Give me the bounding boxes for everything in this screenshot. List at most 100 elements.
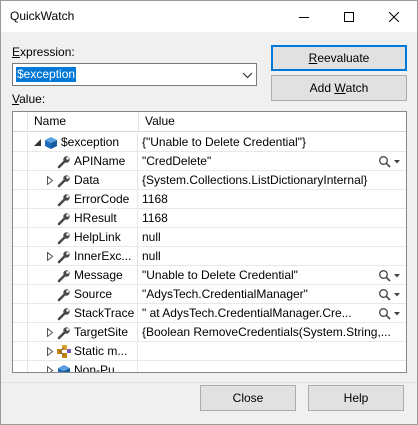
row-value: 1168: [142, 192, 168, 206]
close-button[interactable]: Close: [200, 385, 296, 411]
row-gutter: [13, 152, 28, 171]
grid-row[interactable]: Static m...: [13, 342, 406, 361]
reevaluate-button[interactable]: Reevaluate: [271, 45, 407, 71]
visualizer-button[interactable]: [378, 306, 402, 321]
row-value: null: [142, 230, 161, 244]
chevron-down-icon[interactable]: [242, 69, 253, 83]
wrench-property-icon: [56, 249, 72, 264]
dialog-client-area: Expression: $exception Reevaluate Add Wa…: [1, 32, 417, 424]
row-gutter: [13, 323, 28, 342]
header-gutter: [13, 112, 28, 132]
wrench-property-icon: [56, 211, 72, 226]
row-value: {Boolean RemoveCredentials(System.String…: [142, 325, 391, 339]
value-cell[interactable]: "CredDelete": [139, 152, 406, 171]
grid-row[interactable]: APIName "CredDelete": [13, 152, 406, 171]
name-cell[interactable]: Data: [28, 171, 138, 190]
value-cell[interactable]: {System.Collections.ListDictionaryIntern…: [139, 171, 406, 190]
collapsed-arrow-icon[interactable]: [45, 327, 55, 337]
name-cell[interactable]: Static m...: [28, 342, 138, 361]
title-bar[interactable]: QuickWatch: [1, 1, 417, 32]
collapsed-arrow-icon[interactable]: [45, 365, 55, 372]
visualizer-button[interactable]: [378, 287, 402, 302]
minimize-icon: [298, 16, 309, 18]
name-cell[interactable]: $exception: [28, 133, 138, 152]
help-button[interactable]: Help: [308, 385, 404, 411]
grid-row[interactable]: ErrorCode 1168: [13, 190, 406, 209]
name-cell[interactable]: Message: [28, 266, 138, 285]
exception-object-icon: [43, 135, 59, 150]
row-gutter: [13, 247, 28, 266]
name-cell[interactable]: Non-Pu...: [28, 361, 138, 373]
wrench-property-icon: [56, 287, 72, 302]
grid-row[interactable]: Data {System.Collections.ListDictionaryIn…: [13, 171, 406, 190]
value-cell[interactable]: null: [139, 228, 406, 247]
name-cell[interactable]: APIName: [28, 152, 138, 171]
non-public-members-icon: [56, 363, 72, 372]
name-cell[interactable]: HelpLink: [28, 228, 138, 247]
quickwatch-window: QuickWatch Expression: $exception Reeval…: [0, 0, 418, 425]
wrench-property-icon: [56, 173, 72, 188]
value-cell[interactable]: 1168: [139, 209, 406, 228]
row-gutter: [13, 228, 28, 247]
value-cell[interactable]: {Boolean RemoveCredentials(System.String…: [139, 323, 406, 342]
value-cell[interactable]: 1168: [139, 190, 406, 209]
expression-label: Expression:: [12, 45, 75, 59]
visualizer-button[interactable]: [378, 268, 402, 283]
visualizer-button[interactable]: [378, 154, 402, 169]
close-icon: [388, 11, 399, 22]
column-header-value[interactable]: Value: [139, 112, 406, 132]
value-cell[interactable]: null: [139, 247, 406, 266]
static-members-icon: [56, 344, 72, 359]
grid-row[interactable]: Non-Pu...: [13, 361, 406, 373]
value-cell[interactable]: "AdysTech.CredentialManager": [139, 285, 406, 304]
row-name: TargetSite: [74, 325, 129, 339]
column-header-name[interactable]: Name: [28, 112, 139, 132]
grid-row[interactable]: Message "Unable to Delete Credential": [13, 266, 406, 285]
row-name: APIName: [74, 154, 126, 168]
divider: [1, 382, 417, 383]
grid-row[interactable]: Source "AdysTech.CredentialManager": [13, 285, 406, 304]
name-cell[interactable]: HResult: [28, 209, 138, 228]
expanded-arrow-icon[interactable]: [32, 137, 42, 147]
value-cell[interactable]: [139, 361, 406, 372]
visualizer-magnifier-icon: [379, 288, 400, 301]
row-name: Data: [74, 173, 100, 187]
wrench-property-icon: [56, 306, 72, 321]
value-cell[interactable]: {"Unable to Delete Credential"}: [139, 133, 406, 152]
watch-grid[interactable]: Name Value $exception {"Unable to Delete …: [12, 111, 407, 373]
collapsed-arrow-icon[interactable]: [45, 346, 55, 356]
grid-row[interactable]: StackTrace " at AdysTech.CredentialManage…: [13, 304, 406, 323]
grid-row[interactable]: TargetSite {Boolean RemoveCredentials(Sys…: [13, 323, 406, 342]
name-cell[interactable]: InnerExc...: [28, 247, 138, 266]
row-name: Message: [74, 268, 123, 282]
grid-row[interactable]: InnerExc... null: [13, 247, 406, 266]
expression-combobox[interactable]: $exception: [12, 63, 257, 86]
row-gutter: [13, 209, 28, 228]
row-name: Non-Pu...: [74, 363, 125, 373]
maximize-button[interactable]: [326, 1, 371, 32]
row-gutter: [13, 361, 28, 372]
grid-row[interactable]: HResult 1168: [13, 209, 406, 228]
row-gutter: [13, 285, 28, 304]
value-cell[interactable]: " at AdysTech.CredentialManager.Cre...: [139, 304, 406, 323]
expression-input[interactable]: $exception: [16, 67, 77, 82]
row-value: null: [142, 249, 161, 263]
value-cell[interactable]: "Unable to Delete Credential": [139, 266, 406, 285]
name-cell[interactable]: Source: [28, 285, 138, 304]
minimize-button[interactable]: [281, 1, 326, 32]
grid-row[interactable]: HelpLink null: [13, 228, 406, 247]
close-window-button[interactable]: [371, 1, 416, 32]
row-value: " at AdysTech.CredentialManager.Cre...: [142, 306, 352, 320]
collapsed-arrow-icon[interactable]: [45, 175, 55, 185]
name-cell[interactable]: StackTrace: [28, 304, 138, 323]
grid-row[interactable]: $exception {"Unable to Delete Credential"…: [13, 133, 406, 152]
row-name: $exception: [61, 135, 120, 149]
name-cell[interactable]: TargetSite: [28, 323, 138, 342]
value-cell[interactable]: [139, 342, 406, 361]
add-watch-button[interactable]: Add Watch: [271, 75, 407, 101]
name-cell[interactable]: ErrorCode: [28, 190, 138, 209]
value-label: Value:: [12, 92, 46, 106]
window-title: QuickWatch: [10, 9, 75, 23]
row-value: {"Unable to Delete Credential"}: [142, 135, 306, 149]
collapsed-arrow-icon[interactable]: [45, 251, 55, 261]
